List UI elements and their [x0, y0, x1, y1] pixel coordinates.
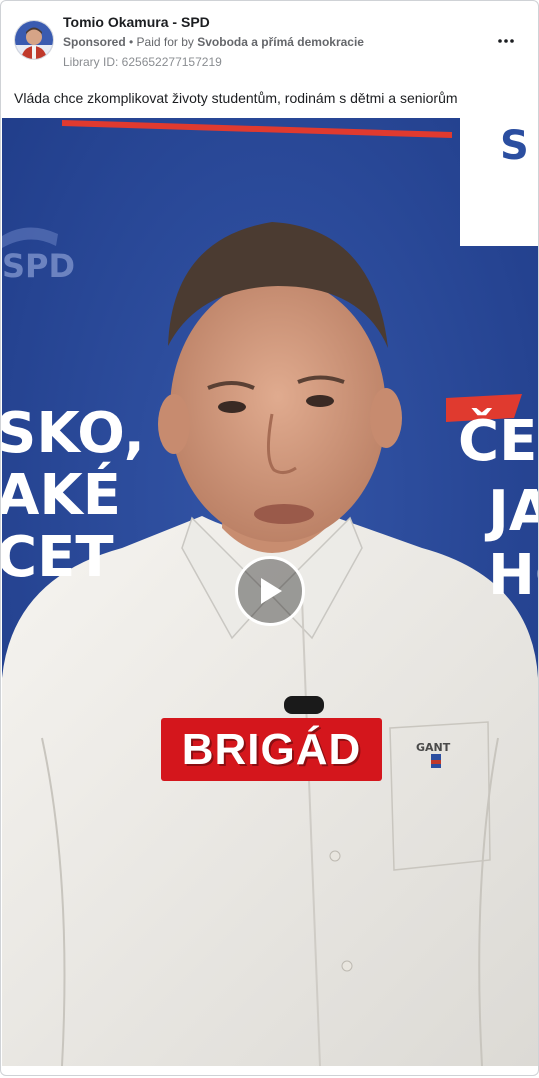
sponsor-line: Sponsored • Paid for by Svoboda a přímá … [63, 35, 364, 49]
ad-caption: Vláda chce zkomplikovat životy studentům… [14, 90, 458, 106]
backdrop-logo-right: S [500, 123, 529, 169]
page-avatar[interactable] [14, 20, 54, 60]
backdrop-text-left-1: SKO, [2, 401, 145, 466]
paid-for-prefix: • Paid for by [125, 35, 198, 49]
play-icon [261, 578, 282, 604]
ad-card: Tomio Okamura - SPD Sponsored • Paid for… [0, 0, 539, 1076]
sponsored-label: Sponsored [63, 35, 126, 49]
backdrop-text-right-1: ČE [458, 409, 538, 474]
shirt-logo: GANT [416, 741, 451, 754]
video-subtitle: BRIGÁD [161, 718, 382, 781]
play-button[interactable] [235, 556, 305, 626]
page-name[interactable]: Tomio Okamura - SPD [63, 14, 210, 30]
backdrop-logo-left: SPD [2, 247, 76, 285]
ad-header: Tomio Okamura - SPD Sponsored • Paid for… [1, 1, 538, 81]
more-options-button[interactable] [494, 31, 518, 51]
more-options-icon [498, 39, 514, 43]
backdrop-text-left-3: CET [2, 525, 114, 590]
paid-for-by[interactable]: Svoboda a přímá demokracie [197, 35, 364, 49]
backdrop-text-right-2: JA [488, 479, 538, 544]
backdrop-text-right-3: HC [488, 543, 538, 608]
library-id: Library ID: 625652277157219 [63, 55, 222, 69]
backdrop-text-left-2: AKÉ [2, 463, 121, 528]
video-player[interactable]: SKO, AKÉ CET ČE JA HC SPD S GANT BRIGÁD [2, 118, 538, 1066]
